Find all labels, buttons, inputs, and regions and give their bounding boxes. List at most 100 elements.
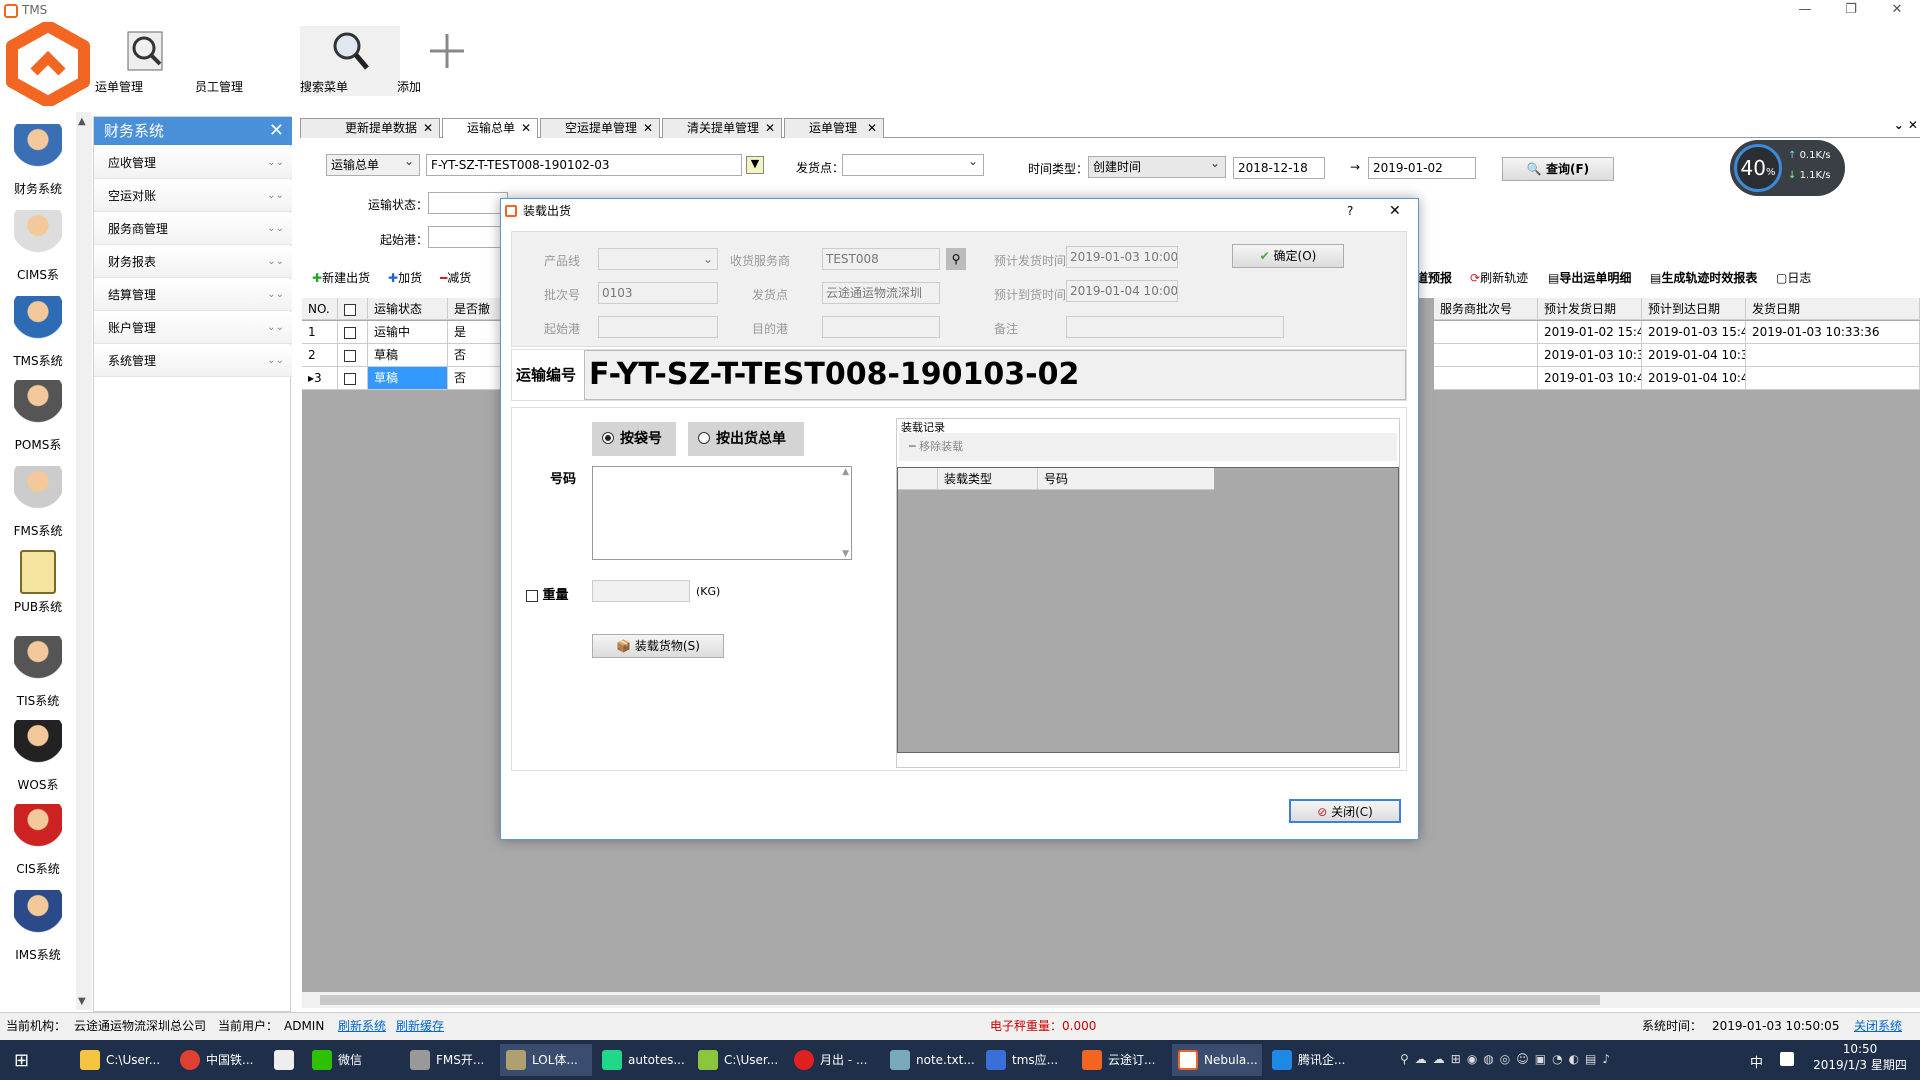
select-all-checkbox[interactable] (344, 303, 356, 316)
scroll-up-icon[interactable]: ▲ (78, 116, 86, 127)
toolbar-search-menu-button[interactable]: 搜索菜单 (300, 26, 400, 96)
log-button[interactable]: ▢日志 (1776, 269, 1811, 287)
number-input[interactable]: F-YT-SZ-T-TEST008-190102-03 (426, 154, 742, 176)
remove-load-button[interactable]: ━ 移除装载 (899, 433, 1397, 461)
horizontal-scrollbar[interactable] (302, 992, 1920, 1008)
clock[interactable]: 10:50 2019/1/3 星期四 (1810, 1042, 1910, 1073)
tabs-overflow-controls[interactable]: ⌄ ✕ (1894, 118, 1918, 132)
col-header[interactable]: 运输状态 (368, 298, 448, 320)
row-checkbox-cell[interactable] (338, 321, 368, 344)
col-header[interactable]: 装载类型 (938, 468, 1038, 490)
col-header[interactable]: 是否撤 (448, 298, 508, 320)
scroll-up-icon[interactable]: ▲ (842, 467, 849, 477)
taskbar-item[interactable]: 云途订... (1076, 1044, 1168, 1076)
tab-customs-bill[interactable]: 清关提单管理 ✕ (662, 118, 782, 138)
status-input[interactable] (428, 192, 508, 214)
filter-icon[interactable]: ▼ (746, 156, 764, 174)
finance-item[interactable]: 账户管理 ⌄⌄ (94, 312, 292, 344)
generate-report-button[interactable]: ▤生成轨迹时效报表 (1650, 269, 1757, 287)
row-checkbox-cell[interactable] (338, 367, 368, 390)
taskbar-item[interactable]: 中国铁... (174, 1044, 266, 1076)
taskbar-item[interactable]: Nebula... (1172, 1044, 1262, 1076)
type-select[interactable]: 运输总单 (326, 154, 420, 176)
reduce-goods-button[interactable]: ━减货 (440, 269, 471, 287)
finance-item[interactable]: 系统管理 ⌄⌄ (94, 345, 292, 377)
batch-input[interactable]: 0103 (598, 282, 718, 304)
close-icon[interactable]: ✕ (521, 119, 531, 137)
tab-update-bill[interactable]: 更新提单数据 ✕ (300, 118, 440, 138)
finance-item[interactable]: 结算管理 ⌄⌄ (94, 279, 292, 311)
nav-wos[interactable]: WOS系 (0, 716, 76, 800)
tab-waybill[interactable]: 运单管理 ✕ (784, 118, 884, 138)
dialog-close-button[interactable]: ✕ (1389, 199, 1401, 223)
close-dialog-button[interactable]: ⊘ 关闭(C) (1289, 799, 1401, 823)
close-icon[interactable]: ✕ (643, 119, 653, 137)
taskbar-item[interactable]: 腾讯企... (1266, 1044, 1358, 1076)
close-window-button[interactable]: ✕ (1874, 0, 1920, 22)
close-system-link[interactable]: 关闭系统 (1854, 1013, 1902, 1039)
system-tray-icons[interactable]: ⚲☁☁⊞◉◍◎☺▣◔◐▤♪ (1400, 1052, 1720, 1068)
row-checkbox[interactable] (344, 349, 356, 362)
query-button[interactable]: 🔍 查询(F) (1502, 157, 1614, 181)
ime-indicator[interactable]: 中 (1750, 1052, 1763, 1071)
row-checkbox-cell[interactable] (338, 344, 368, 367)
col-header-checkbox[interactable] (338, 298, 368, 320)
eta-ship-input[interactable]: 2019-01-03 10:00 (1066, 246, 1178, 268)
date-to-input[interactable]: 2019-01-02 (1368, 157, 1476, 179)
port-input[interactable] (428, 226, 508, 248)
notification-icon[interactable] (1780, 1052, 1794, 1066)
start-port-select[interactable] (598, 316, 718, 338)
taskbar-item[interactable]: autotes... (596, 1044, 688, 1076)
close-icon[interactable]: ✕ (423, 119, 433, 137)
close-icon[interactable]: ✕ (765, 119, 775, 137)
scroll-down-icon[interactable]: ▼ (842, 549, 849, 559)
row-checkbox[interactable] (344, 372, 356, 385)
eta-arrive-input[interactable]: 2019-01-04 10:00 (1066, 280, 1178, 302)
ship-select[interactable] (842, 154, 984, 176)
toolbar-staff-button[interactable]: 员工管理 (195, 26, 295, 96)
scroll-down-icon[interactable]: ▼ (78, 996, 86, 1007)
taskbar-item[interactable] (268, 1044, 298, 1076)
col-header[interactable]: 预计发货日期 (1538, 298, 1642, 320)
receiver-input[interactable]: TEST008 (822, 248, 940, 270)
taskbar-item[interactable]: tms应... (980, 1044, 1072, 1076)
origin-select[interactable]: 云途通运物流深圳 (822, 282, 940, 304)
forecast-button[interactable]: 道预报 (1416, 269, 1452, 287)
checkbox[interactable] (526, 589, 538, 602)
taskbar-item[interactable]: C:\User... (692, 1044, 784, 1076)
finance-item[interactable]: 应收管理 ⌄⌄ (94, 147, 292, 179)
nav-ims[interactable]: IMS系统 (0, 886, 76, 970)
taskbar-item[interactable]: FMS开... (404, 1044, 496, 1076)
export-button[interactable]: ▤导出运单明细 (1548, 269, 1631, 287)
windows-start-icon[interactable]: ⊞ (14, 1050, 29, 1071)
finance-item[interactable]: 财务报表 ⌄⌄ (94, 246, 292, 278)
nav-poms[interactable]: POMS系 (0, 376, 76, 460)
taskbar-item[interactable]: LOL体... (500, 1044, 592, 1076)
finance-item[interactable]: 服务商管理 ⌄⌄ (94, 213, 292, 245)
binoculars-icon[interactable]: ⚲ (946, 248, 966, 270)
refresh-cache-link[interactable]: 刷新缓存 (396, 1013, 444, 1039)
taskbar-item[interactable]: 月出 - ... (788, 1044, 880, 1076)
taskbar-item[interactable]: note.txt... (884, 1044, 976, 1076)
nav-cims[interactable]: CIMS系 (0, 206, 76, 290)
finance-item[interactable]: 空运对账 ⌄⌄ (94, 180, 292, 212)
minimize-button[interactable]: — (1782, 0, 1828, 22)
col-header[interactable]: 号码 (1038, 468, 1214, 490)
taskbar-item[interactable]: C:\User... (74, 1044, 170, 1076)
col-header[interactable]: 服务商批次号 (1434, 298, 1538, 320)
restore-button[interactable]: ❐ (1828, 0, 1874, 22)
nav-finance[interactable]: 财务系统 (0, 120, 76, 204)
weight-checkbox[interactable]: 重量 (526, 584, 569, 603)
col-header[interactable]: NO. (302, 298, 338, 320)
dest-port-select[interactable] (822, 316, 940, 338)
col-header[interactable]: 发货日期 (1746, 298, 1920, 320)
nav-tms[interactable]: TMS系统 (0, 292, 76, 376)
date-from-input[interactable]: 2018-12-18 (1233, 157, 1325, 179)
refresh-track-button[interactable]: ⟳刷新轨迹 (1470, 269, 1528, 287)
nav-tis[interactable]: TIS系统 (0, 632, 76, 716)
refresh-system-link[interactable]: 刷新系统 (338, 1013, 386, 1039)
nav-cis[interactable]: CIS系统 (0, 800, 76, 884)
toolbar-add-button[interactable]: 添加 (397, 26, 497, 96)
confirm-button[interactable]: ✔ 确定(O) (1232, 244, 1344, 268)
radio-by-bag[interactable]: 按袋号 (592, 422, 676, 456)
